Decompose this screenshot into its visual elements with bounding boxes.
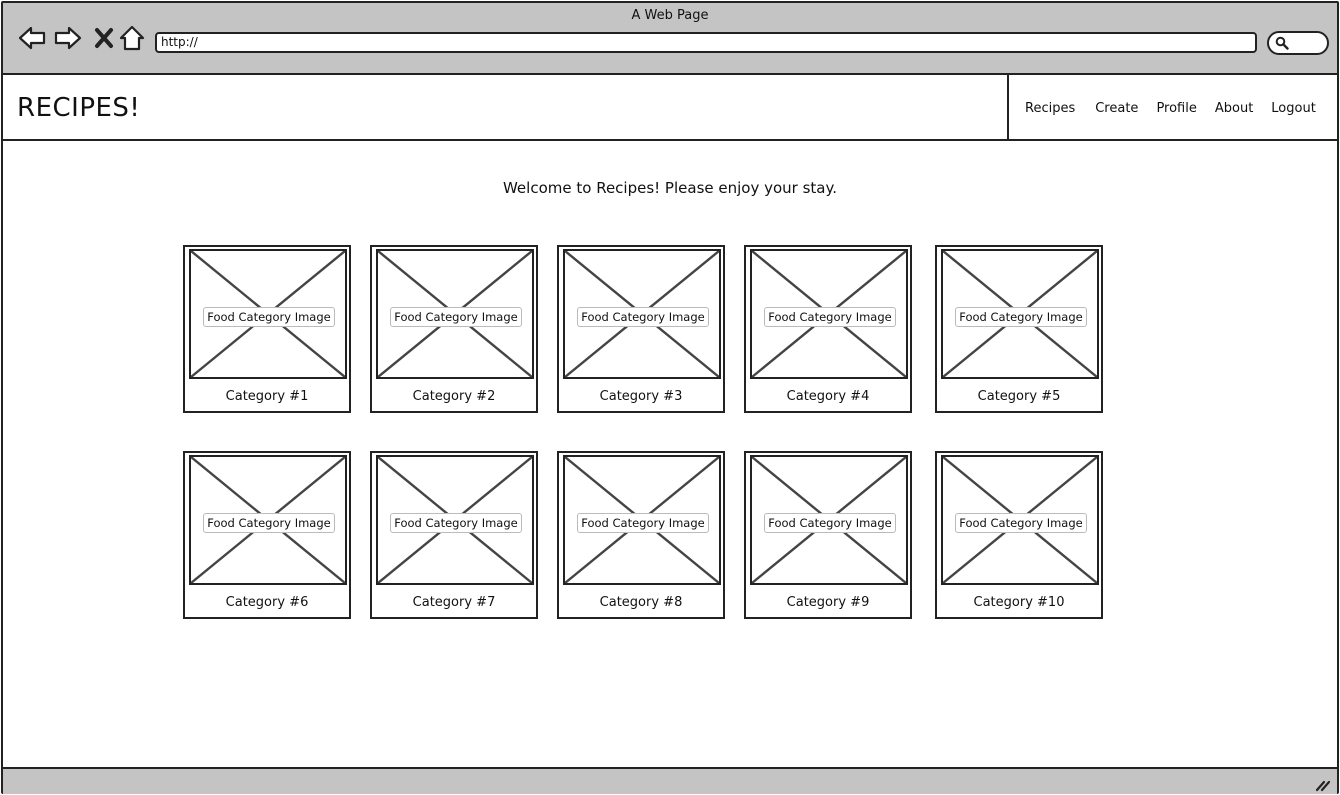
- nav-link-profile[interactable]: Profile: [1156, 101, 1196, 116]
- site-nav: Recipes Create Profile About Logout: [1009, 75, 1337, 141]
- image-placeholder-label: Food Category Image: [764, 513, 896, 533]
- browser-window: A Web Page http:// RECIPES! Recipes Crea…: [1, 1, 1339, 794]
- image-placeholder: Food Category Image: [941, 455, 1099, 585]
- category-caption: Category #4: [786, 389, 870, 404]
- category-card[interactable]: Food Category Image Category #9: [744, 451, 912, 619]
- image-placeholder: Food Category Image: [376, 455, 534, 585]
- close-x-icon[interactable]: [89, 23, 119, 53]
- url-input[interactable]: http://: [155, 32, 1257, 53]
- nav-link-recipes[interactable]: Recipes: [1025, 101, 1075, 116]
- image-placeholder: Food Category Image: [941, 249, 1099, 379]
- category-card[interactable]: Food Category Image Category #4: [744, 245, 912, 413]
- category-card[interactable]: Food Category Image Category #8: [557, 451, 725, 619]
- category-card[interactable]: Food Category Image Category #5: [935, 245, 1103, 413]
- browser-search-field[interactable]: [1267, 31, 1329, 55]
- site-logo[interactable]: RECIPES!: [17, 93, 140, 123]
- image-placeholder: Food Category Image: [563, 455, 721, 585]
- image-placeholder-label: Food Category Image: [203, 513, 335, 533]
- back-arrow-icon[interactable]: [17, 23, 47, 53]
- image-placeholder-label: Food Category Image: [203, 307, 335, 327]
- image-placeholder-label: Food Category Image: [390, 307, 522, 327]
- image-placeholder: Food Category Image: [189, 249, 347, 379]
- image-placeholder: Food Category Image: [750, 455, 908, 585]
- category-card[interactable]: Food Category Image Category #7: [370, 451, 538, 619]
- image-placeholder-label: Food Category Image: [390, 513, 522, 533]
- image-placeholder-label: Food Category Image: [577, 307, 709, 327]
- category-card[interactable]: Food Category Image Category #10: [935, 451, 1103, 619]
- category-card[interactable]: Food Category Image Category #2: [370, 245, 538, 413]
- image-placeholder: Food Category Image: [376, 249, 534, 379]
- category-card[interactable]: Food Category Image Category #1: [183, 245, 351, 413]
- category-caption: Category #6: [225, 595, 309, 610]
- nav-link-logout[interactable]: Logout: [1271, 101, 1316, 116]
- welcome-message: Welcome to Recipes! Please enjoy your st…: [502, 179, 837, 197]
- nav-link-about[interactable]: About: [1215, 101, 1253, 116]
- category-card[interactable]: Food Category Image Category #6: [183, 451, 351, 619]
- category-caption: Category #7: [412, 595, 496, 610]
- category-caption: Category #5: [977, 389, 1061, 404]
- site-header: RECIPES!: [3, 75, 1009, 141]
- nav-link-create[interactable]: Create: [1095, 101, 1138, 116]
- category-caption: Category #2: [412, 389, 496, 404]
- browser-chrome: A Web Page http://: [3, 3, 1337, 75]
- image-placeholder-label: Food Category Image: [955, 307, 1087, 327]
- search-icon: [1275, 36, 1289, 50]
- category-caption: Category #8: [599, 595, 683, 610]
- category-caption: Category #9: [786, 595, 870, 610]
- category-caption: Category #3: [599, 389, 683, 404]
- category-card[interactable]: Food Category Image Category #3: [557, 245, 725, 413]
- image-placeholder: Food Category Image: [563, 249, 721, 379]
- image-placeholder: Food Category Image: [189, 455, 347, 585]
- image-placeholder: Food Category Image: [750, 249, 908, 379]
- home-icon[interactable]: [117, 23, 147, 53]
- category-caption: Category #10: [973, 595, 1065, 610]
- forward-arrow-icon[interactable]: [53, 23, 83, 53]
- status-bar: [3, 767, 1337, 794]
- resize-grip-icon[interactable]: [1315, 778, 1331, 792]
- image-placeholder-label: Food Category Image: [577, 513, 709, 533]
- image-placeholder-label: Food Category Image: [955, 513, 1087, 533]
- window-title: A Web Page: [631, 8, 709, 23]
- image-placeholder-label: Food Category Image: [764, 307, 896, 327]
- category-caption: Category #1: [225, 389, 309, 404]
